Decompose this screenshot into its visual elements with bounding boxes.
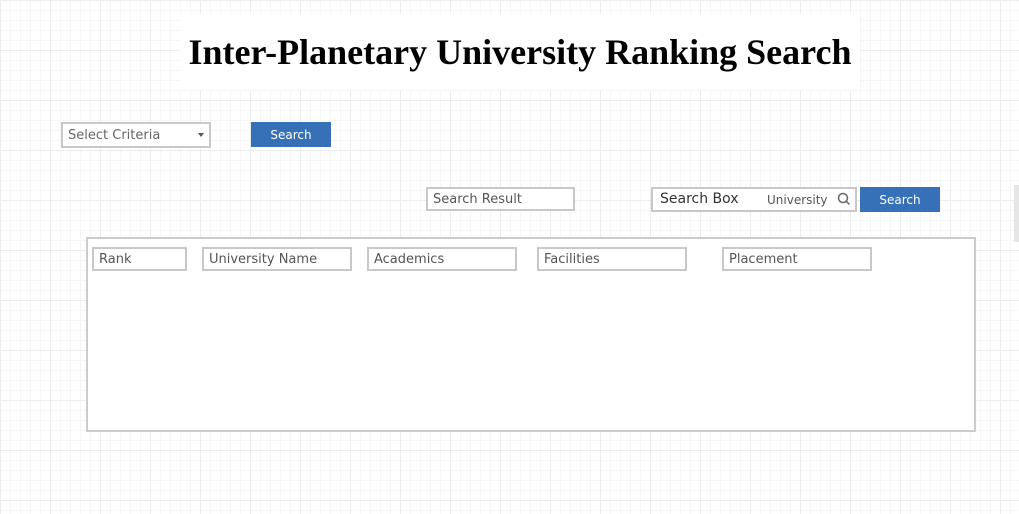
column-header-academics: Academics <box>367 247 517 271</box>
search-box[interactable]: Search Box University <box>651 187 857 212</box>
column-header-rank: Rank <box>92 247 187 271</box>
results-table: Rank University Name Academics Facilitie… <box>86 237 976 432</box>
criteria-select[interactable]: Select Criteria <box>61 122 211 148</box>
column-header-university-name: University Name <box>202 247 352 271</box>
search-box-label: Search Box <box>660 191 739 207</box>
column-header-placement: Placement <box>722 247 872 271</box>
result-search-button[interactable]: Search <box>860 187 940 212</box>
criteria-select-label: Select Criteria <box>68 128 161 143</box>
search-icon[interactable] <box>837 192 851 206</box>
scrollbar[interactable] <box>1014 185 1019 242</box>
search-input[interactable]: University <box>767 193 833 207</box>
page-title: Inter-Planetary University Ranking Searc… <box>188 32 852 72</box>
criteria-search-button[interactable]: Search <box>251 122 331 147</box>
column-header-facilities: Facilities <box>537 247 687 271</box>
title-panel: Inter-Planetary University Ranking Searc… <box>180 14 860 90</box>
search-result-label: Search Result <box>426 187 575 211</box>
chevron-down-icon <box>198 133 204 137</box>
